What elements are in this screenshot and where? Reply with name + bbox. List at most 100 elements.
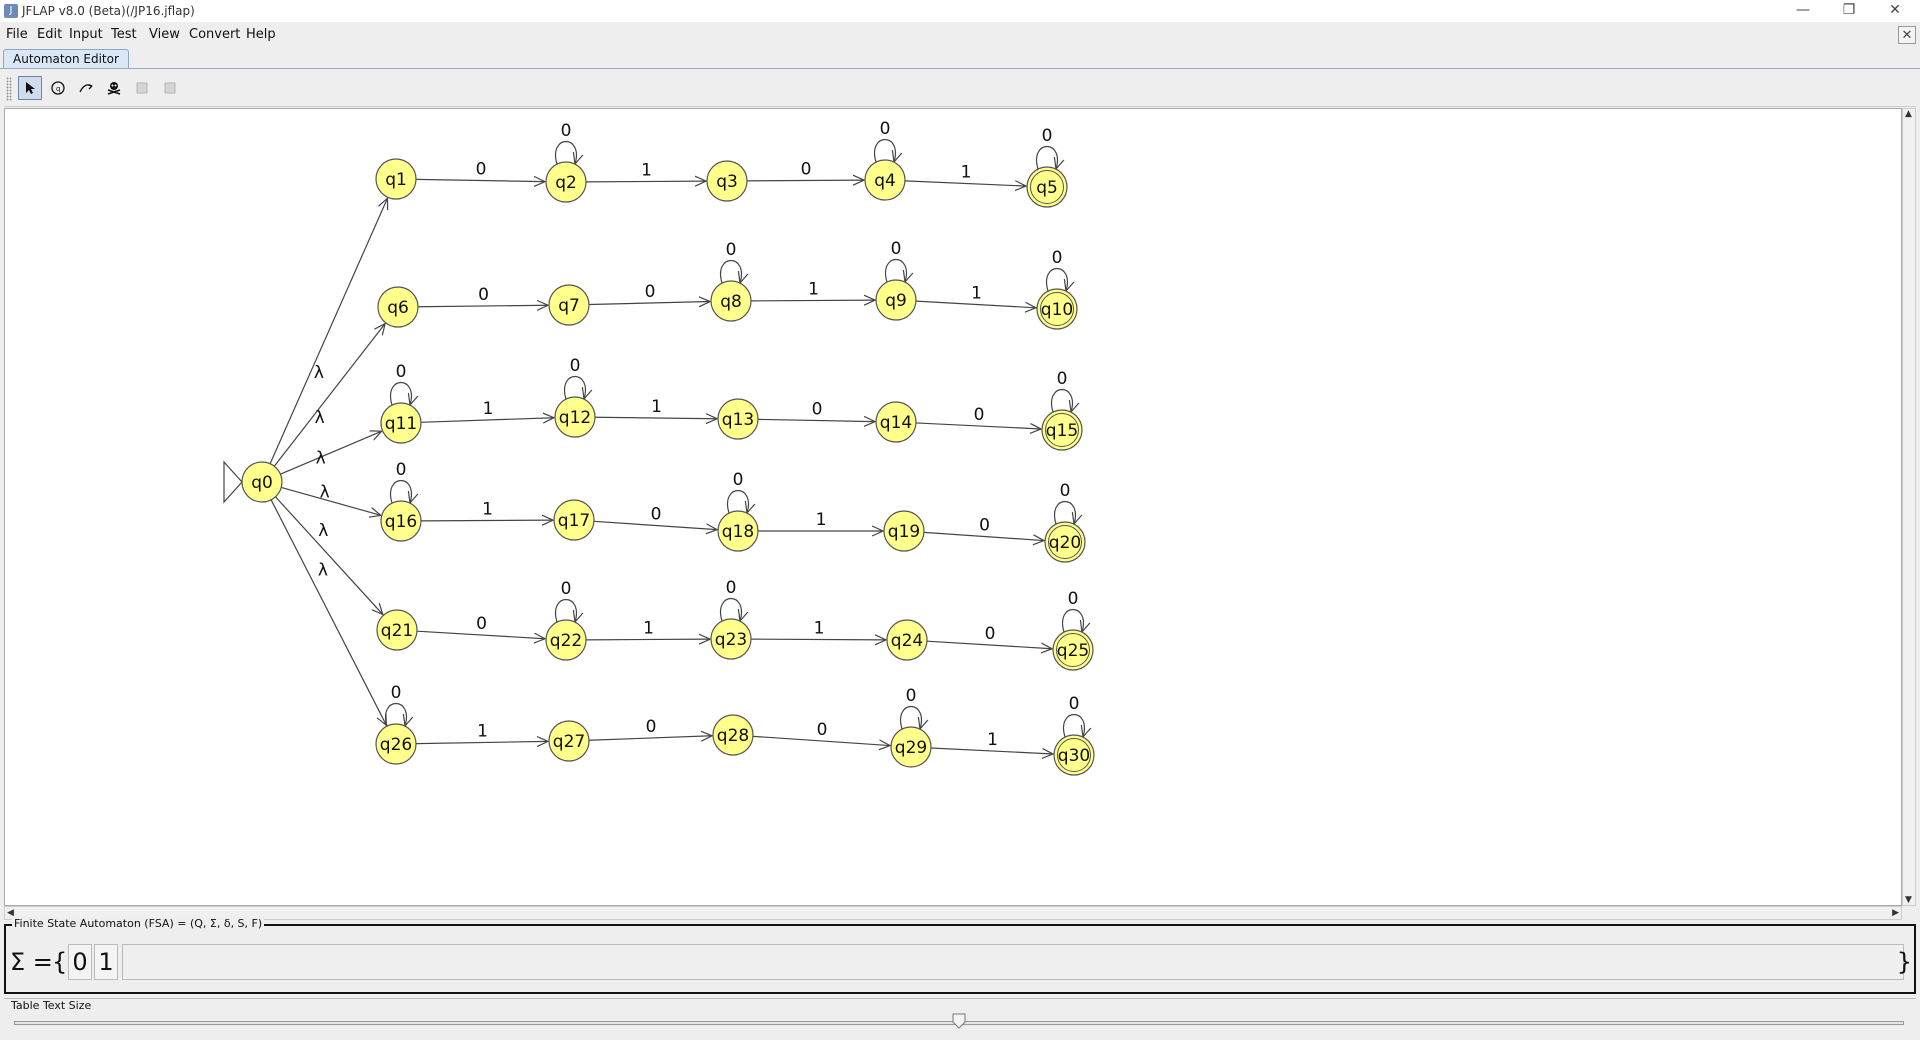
- menu-edit[interactable]: Edit: [37, 27, 62, 42]
- sigma-open-brace: {: [52, 948, 68, 976]
- redo-icon[interactable]: [158, 76, 182, 100]
- vertical-scrollbar[interactable]: ▲ ▼: [1902, 108, 1916, 906]
- tab-automaton-editor[interactable]: Automaton Editor: [3, 49, 129, 68]
- state-label: q6: [387, 298, 409, 318]
- loop-transition-q29[interactable]: [899, 705, 922, 730]
- loop-transition-q25[interactable]: [1061, 608, 1084, 633]
- state-label: q8: [720, 292, 742, 312]
- close-icon[interactable]: ✕: [1872, 0, 1918, 22]
- transition-q26-q27[interactable]: [415, 741, 548, 743]
- menu-view[interactable]: View: [149, 27, 180, 42]
- transition-label: 0: [476, 160, 487, 180]
- transition-creator-icon[interactable]: [74, 76, 98, 100]
- state-label: q11: [385, 414, 417, 434]
- transition-q22-q23[interactable]: [585, 639, 710, 640]
- transition-q0-q6[interactable]: [273, 324, 385, 467]
- loop-transition-q22[interactable]: [554, 598, 577, 623]
- menu-file[interactable]: File: [6, 27, 28, 42]
- transition-q3-q4[interactable]: [746, 180, 864, 181]
- loop-transition-q5[interactable]: [1035, 145, 1058, 170]
- transition-label: 0: [817, 720, 828, 740]
- svg-text:q: q: [56, 85, 60, 93]
- editor-toolbar: q: [4, 72, 1916, 107]
- menu-convert[interactable]: Convert: [189, 27, 240, 42]
- state-creator-icon[interactable]: q: [46, 76, 70, 100]
- state-label: q27: [553, 732, 585, 752]
- scroll-up-icon[interactable]: ▲: [1905, 109, 1912, 119]
- menu-input[interactable]: Input: [69, 27, 103, 42]
- state-label: q9: [885, 291, 907, 311]
- state-label: q17: [558, 511, 590, 531]
- attribute-editor-icon[interactable]: [18, 76, 42, 100]
- transition-label: 0: [726, 240, 737, 260]
- automaton-diagram[interactable]: λλλλλλ001 00100 0010100101 0 0001 001 0000101 0…: [5, 109, 1901, 905]
- loop-transition-q9[interactable]: [884, 258, 907, 283]
- scroll-down-icon[interactable]: ▼: [1905, 895, 1912, 905]
- transition-label: 1: [987, 730, 998, 750]
- loop-transition-q16[interactable]: [389, 479, 412, 504]
- state-label: q12: [559, 408, 591, 428]
- transition-q13-q14[interactable]: [757, 419, 875, 421]
- transition-q2-q3[interactable]: [585, 181, 706, 182]
- loop-transition-q12[interactable]: [563, 375, 586, 400]
- loop-transition-q26[interactable]: [384, 702, 407, 727]
- transition-q8-q9[interactable]: [750, 300, 875, 301]
- alphabet-symbol[interactable]: 1: [94, 944, 118, 980]
- transition-q12-q13[interactable]: [594, 417, 717, 418]
- transition-q6-q7[interactable]: [417, 305, 548, 307]
- fsa-definition-panel: Finite State Automaton (FSA) = (Q, Σ, δ,…: [4, 917, 1916, 994]
- transition-q0-q16[interactable]: [281, 486, 381, 515]
- minimize-icon[interactable]: —: [1780, 0, 1826, 22]
- transition-label: 1: [651, 397, 662, 417]
- transition-q0-q1[interactable]: [269, 198, 387, 464]
- state-label: q19: [888, 522, 920, 542]
- transition-label: 0: [1060, 481, 1071, 501]
- loop-transition-q18[interactable]: [726, 489, 749, 514]
- transition-label: 0: [812, 400, 823, 420]
- transition-q1-q2[interactable]: [415, 179, 545, 181]
- transition-label: 0: [880, 119, 891, 139]
- loop-transition-q15[interactable]: [1050, 388, 1073, 413]
- start-state-marker[interactable]: [223, 460, 243, 504]
- loop-transition-q10[interactable]: [1045, 267, 1068, 292]
- state-label: q24: [891, 631, 923, 651]
- undo-icon[interactable]: [130, 76, 154, 100]
- deleter-icon[interactable]: [102, 76, 126, 100]
- loop-transition-q8[interactable]: [719, 259, 742, 284]
- slider-thumb[interactable]: [952, 1013, 966, 1029]
- transition-label: λ: [314, 363, 324, 383]
- state-label: q14: [880, 413, 912, 433]
- loop-transition-q2[interactable]: [554, 140, 577, 165]
- toolbar-grip[interactable]: [6, 77, 12, 101]
- loop-transition-q30[interactable]: [1062, 713, 1085, 738]
- state-label: q18: [722, 522, 754, 542]
- state-label: q23: [715, 630, 747, 650]
- loop-transition-q23[interactable]: [719, 597, 742, 622]
- restore-icon[interactable]: ❐: [1826, 0, 1872, 22]
- transition-label: 0: [985, 624, 996, 644]
- transition-q0-q21[interactable]: [275, 496, 382, 615]
- menu-help[interactable]: Help: [246, 27, 276, 42]
- loop-transition-q11[interactable]: [389, 381, 412, 406]
- transition-label: 0: [979, 516, 990, 536]
- loop-transition-q4[interactable]: [873, 138, 896, 163]
- transition-label: 0: [801, 160, 812, 180]
- horizontal-scrollbar[interactable]: ◀ ▶: [4, 906, 1902, 920]
- transition-label: 0: [891, 239, 902, 259]
- loop-transition-q20[interactable]: [1053, 500, 1076, 525]
- scroll-right-icon[interactable]: ▶: [1892, 908, 1899, 918]
- transition-label: 1: [971, 284, 982, 304]
- transition-q0-q11[interactable]: [280, 431, 381, 475]
- transition-q0-q26[interactable]: [270, 499, 386, 725]
- transition-q23-q24[interactable]: [750, 639, 886, 640]
- tab-strip: Automaton Editor: [0, 48, 1920, 69]
- alphabet-symbol[interactable]: 0: [68, 944, 92, 980]
- transition-label: 1: [477, 722, 488, 742]
- close-tab-icon[interactable]: ✕: [1898, 26, 1916, 44]
- automaton-canvas[interactable]: λλλλλλ0010010000101001010000100100001010…: [4, 108, 1902, 906]
- alphabet-field[interactable]: [122, 944, 1904, 980]
- menu-test[interactable]: Test: [111, 27, 137, 42]
- transition-q16-q17[interactable]: [420, 520, 553, 521]
- window-title: JFLAP v8.0 (Beta)(/JP16.jflap): [22, 4, 195, 18]
- transition-label: 0: [906, 686, 917, 706]
